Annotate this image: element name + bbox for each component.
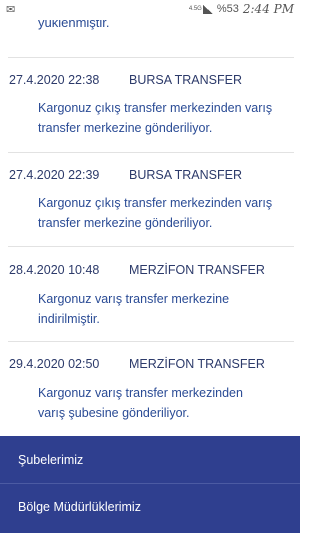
entry-location: BURSA TRANSFER [129, 168, 242, 182]
battery-level: %53 [216, 3, 239, 15]
entry-message: Kargonuz varış transfer merkezine indiri… [38, 289, 288, 329]
entry-header: 29.4.2020 02:50 MERZİFON TRANSFER [9, 357, 294, 375]
entry-message-line: transfer merkezine gönderiliyor. [38, 216, 213, 230]
divider [8, 57, 294, 58]
mail-notification-icon: ✉ [6, 4, 16, 16]
divider [8, 246, 294, 247]
entry-date: 29.4.2020 02:50 [9, 357, 100, 371]
status-clock: 2:44 PM [242, 2, 294, 16]
signal-icon [202, 4, 213, 14]
menu-item-label: Şubelerimiz [18, 453, 84, 467]
entry-message-line: Kargonuz varış transfer merkezinden [38, 386, 243, 400]
status-bar: ✉ 4.5G %53 2:44 PM [0, 0, 300, 20]
entry-message: Kargonuz çıkış transfer merkezinden varı… [38, 193, 288, 233]
bottom-menu: Şubelerimiz Bölge Müdürlüklerimiz [0, 436, 300, 533]
network-type: 4.5G [188, 6, 202, 12]
entry-header: 27.4.2020 22:38 BURSA TRANSFER [9, 73, 294, 91]
entry-location: MERZİFON TRANSFER [129, 263, 265, 277]
entry-date: 27.4.2020 22:39 [9, 168, 100, 182]
entry-message-line: Kargonuz çıkış transfer merkezinden varı… [38, 101, 273, 115]
entry-header: 28.4.2020 10:48 MERZİFON TRANSFER [9, 263, 294, 281]
entry-location: BURSA TRANSFER [129, 73, 242, 87]
entry-header: 27.4.2020 22:39 BURSA TRANSFER [9, 168, 294, 186]
divider [8, 341, 294, 342]
entry-date: 27.4.2020 22:38 [9, 73, 100, 87]
entry-message-line: Kargonuz varış transfer merkezine [38, 292, 230, 306]
entry-message-line: varış şubesine gönderiliyor. [38, 406, 190, 420]
menu-item-regional-directorates[interactable]: Bölge Müdürlüklerimiz [0, 484, 300, 530]
entry-message-line: Kargonuz çıkış transfer merkezinden varı… [38, 196, 273, 210]
entry-message-line: transfer merkezine gönderiliyor. [38, 121, 213, 135]
divider [8, 152, 294, 153]
menu-item-label: Bölge Müdürlüklerimiz [18, 500, 141, 514]
entry-location: MERZİFON TRANSFER [129, 357, 265, 371]
menu-item-branches[interactable]: Şubelerimiz [0, 437, 300, 483]
entry-message: Kargonuz varış transfer merkezinden varı… [38, 383, 288, 423]
entry-date: 28.4.2020 10:48 [9, 263, 100, 277]
entry-message: Kargonuz çıkış transfer merkezinden varı… [38, 98, 288, 138]
entry-message-line: indirilmiştir. [38, 312, 100, 326]
